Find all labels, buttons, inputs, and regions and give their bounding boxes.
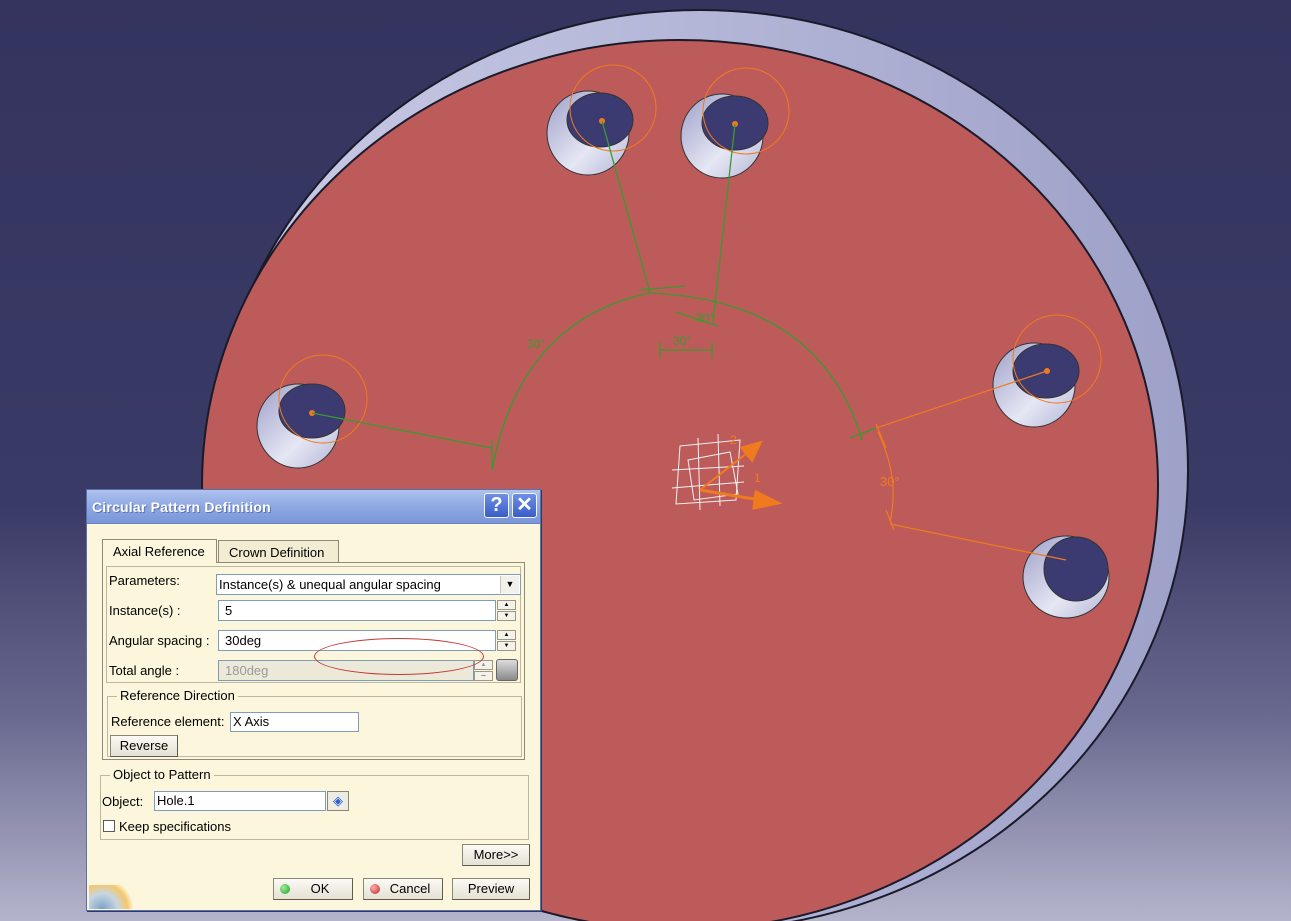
parameters-label: Parameters: — [109, 573, 180, 588]
angle-label: 30° — [880, 474, 900, 489]
parameters-group: Parameters: Instance(s) & unequal angula… — [106, 566, 521, 683]
ok-icon — [280, 884, 290, 894]
total-angle-spinner: ▲ ─ — [474, 660, 493, 681]
dialog-title: Circular Pattern Definition — [92, 499, 271, 515]
preview-button[interactable]: Preview — [452, 878, 530, 900]
object-field[interactable]: Hole.1 — [154, 791, 326, 811]
formula-icon[interactable] — [496, 659, 518, 681]
spin-down-icon[interactable]: ▼ — [497, 641, 516, 651]
spin-down-icon[interactable]: ▼ — [497, 611, 516, 621]
reference-element-field[interactable]: X Axis — [230, 712, 359, 732]
ok-label: OK — [310, 881, 330, 896]
reference-direction-legend: Reference Direction — [117, 688, 238, 703]
spin-up-icon: ▲ — [474, 660, 493, 670]
angle-label: 30° — [527, 337, 546, 351]
spin-up-icon[interactable]: ▲ — [497, 630, 516, 640]
close-button[interactable]: ✕ — [512, 493, 537, 518]
instances-spinner[interactable]: ▲ ▼ — [497, 600, 516, 621]
angle-label: 30° — [673, 334, 692, 348]
instances-field[interactable]: 5 — [218, 600, 496, 621]
total-angle-label: Total angle : — [109, 663, 180, 678]
hole-lower-right — [1022, 535, 1110, 619]
reference-direction-group: Reference Direction Reference element: X… — [107, 688, 522, 757]
object-label: Object: — [102, 794, 144, 809]
parameters-value: Instance(s) & unequal angular spacing — [219, 577, 441, 592]
more-button[interactable]: More>> — [462, 844, 530, 866]
cancel-button[interactable]: Cancel — [363, 878, 443, 900]
circular-pattern-dialog: Circular Pattern Definition ? ✕ Axial Re… — [86, 489, 541, 911]
spin-up-icon[interactable]: ▲ — [497, 600, 516, 610]
reverse-button[interactable]: Reverse — [110, 735, 178, 757]
angular-spacing-field[interactable]: 30deg — [218, 630, 496, 651]
help-icon: ? — [490, 494, 503, 516]
tab-crown-definition[interactable]: Crown Definition — [218, 540, 339, 562]
chevron-down-icon[interactable]: ▼ — [500, 576, 519, 593]
object-to-pattern-legend: Object to Pattern — [110, 767, 214, 782]
object-to-pattern-group: Object to Pattern Object: Hole.1 ◈ Keep … — [100, 767, 529, 840]
instances-label: Instance(s) : — [109, 603, 181, 618]
angular-spacing-spinner[interactable]: ▲ ▼ — [497, 630, 516, 651]
help-button[interactable]: ? — [484, 493, 509, 518]
reference-element-label: Reference element: — [111, 714, 225, 729]
angle-label: 30° — [696, 311, 715, 325]
axial-reference-panel: Parameters: Instance(s) & unequal angula… — [102, 562, 525, 760]
dialog-titlebar[interactable]: Circular Pattern Definition ? ✕ — [87, 490, 540, 524]
catia-logo-icon — [89, 885, 133, 909]
ok-button[interactable]: OK — [273, 878, 353, 900]
keep-specifications-checkbox[interactable] — [103, 820, 115, 832]
object-selector-icon[interactable]: ◈ — [327, 791, 349, 811]
close-icon: ✕ — [516, 494, 533, 516]
angular-spacing-label: Angular spacing : — [109, 633, 210, 648]
spin-down-icon: ─ — [474, 671, 493, 681]
cancel-label: Cancel — [389, 881, 431, 896]
parameters-combo[interactable]: Instance(s) & unequal angular spacing ▼ — [216, 574, 521, 595]
tab-axial-reference[interactable]: Axial Reference — [102, 539, 217, 563]
axis-label: 2 — [730, 433, 737, 447]
cancel-icon — [370, 884, 380, 894]
axis-label: 1 — [754, 471, 761, 485]
total-angle-field: 180deg — [218, 660, 474, 681]
keep-specifications-label: Keep specifications — [119, 819, 232, 834]
